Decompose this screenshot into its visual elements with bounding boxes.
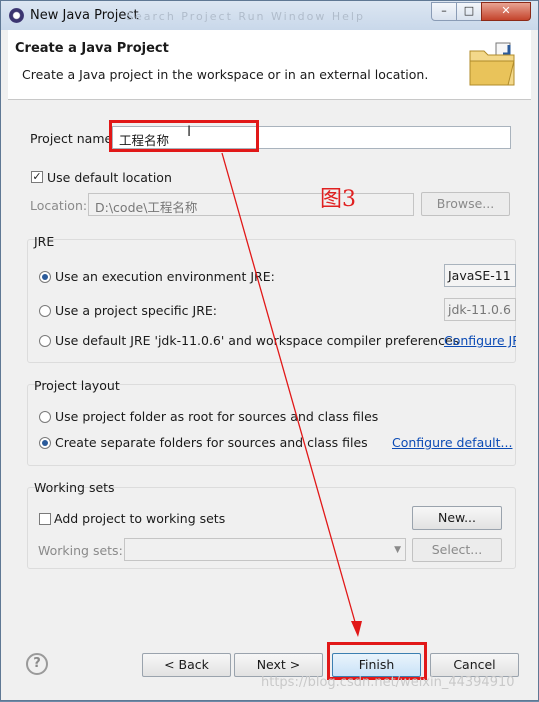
arrow-line xyxy=(221,152,358,630)
arrow-head-icon xyxy=(351,621,362,637)
annotation-arrow xyxy=(221,152,362,637)
dialog-window: New Java Project Search Project Run Wind… xyxy=(0,0,539,701)
watermark-text: https://blog.csdn.net/weixin_44394910 xyxy=(261,675,515,690)
